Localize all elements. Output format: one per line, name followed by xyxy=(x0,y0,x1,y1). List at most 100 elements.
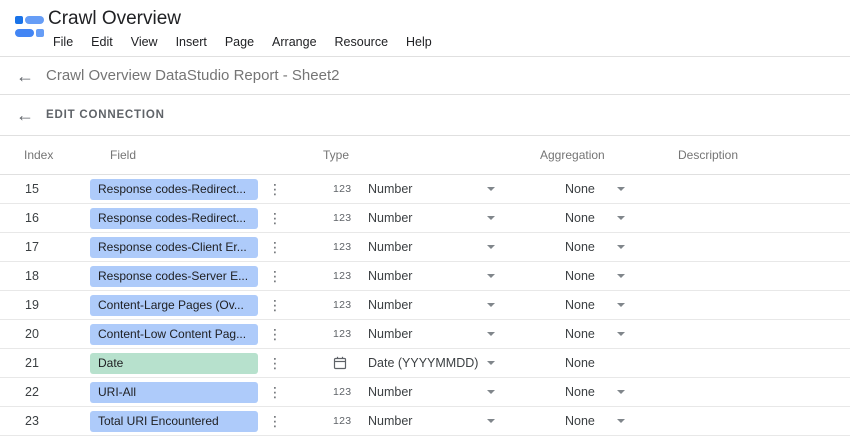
description-cell xyxy=(675,349,850,377)
menu-help[interactable]: Help xyxy=(397,31,441,53)
menu-insert[interactable]: Insert xyxy=(167,31,216,53)
type-icon-slot xyxy=(333,356,355,370)
field-chip[interactable]: Response codes-Server E... xyxy=(90,266,258,287)
field-chip[interactable]: Response codes-Client Er... xyxy=(90,237,258,258)
field-chip[interactable]: Date xyxy=(90,353,258,374)
row-index: 19 xyxy=(0,291,90,319)
aggregation-dropdown-arrow[interactable] xyxy=(617,216,625,220)
field-options-icon[interactable]: ⋮ xyxy=(268,181,278,198)
column-header-aggregation: Aggregation xyxy=(535,148,675,162)
aggregation-label[interactable]: None xyxy=(565,356,595,370)
aggregation-dropdown-arrow[interactable] xyxy=(617,245,625,249)
field-options-icon[interactable]: ⋮ xyxy=(268,355,278,372)
field-chip[interactable]: Response codes-Redirect... xyxy=(90,208,258,229)
type-label[interactable]: Number xyxy=(368,298,412,312)
field-chip[interactable]: Response codes-Redirect... xyxy=(90,179,258,200)
type-dropdown-arrow[interactable] xyxy=(487,187,495,191)
row-index: 18 xyxy=(0,262,90,290)
menu-resource[interactable]: Resource xyxy=(326,31,398,53)
type-dropdown-arrow[interactable] xyxy=(487,332,495,336)
aggregation-label[interactable]: None xyxy=(565,298,595,312)
field-cell: Date ⋮ xyxy=(90,349,320,377)
field-chip[interactable]: Content-Large Pages (Ov... xyxy=(90,295,258,316)
aggregation-label[interactable]: None xyxy=(565,182,595,196)
field-chip[interactable]: URI-All xyxy=(90,382,258,403)
aggregation-label[interactable]: None xyxy=(565,269,595,283)
field-cell: Content-Low Content Pag... ⋮ xyxy=(90,320,320,348)
row-index: 20 xyxy=(0,320,90,348)
type-label[interactable]: Number xyxy=(368,240,412,254)
aggregation-label[interactable]: None xyxy=(565,211,595,225)
description-cell xyxy=(675,291,850,319)
field-options-icon[interactable]: ⋮ xyxy=(268,326,278,343)
type-dropdown-arrow[interactable] xyxy=(487,216,495,220)
aggregation-cell: None xyxy=(535,233,675,261)
aggregation-dropdown-arrow[interactable] xyxy=(617,303,625,307)
aggregation-cell: None xyxy=(535,320,675,348)
row-index: 16 xyxy=(0,204,90,232)
aggregation-label[interactable]: None xyxy=(565,414,595,428)
field-options-icon[interactable]: ⋮ xyxy=(268,239,278,256)
description-cell xyxy=(675,204,850,232)
aggregation-cell: None xyxy=(535,204,675,232)
type-icon-slot: 123 xyxy=(333,386,355,398)
field-options-icon[interactable]: ⋮ xyxy=(268,210,278,227)
number-type-icon: 123 xyxy=(333,270,351,282)
aggregation-cell: None xyxy=(535,407,675,435)
type-icon-slot: 123 xyxy=(333,270,355,282)
aggregation-dropdown-arrow[interactable] xyxy=(617,274,625,278)
back-arrow-icon[interactable]: ← xyxy=(13,106,37,124)
field-options-icon[interactable]: ⋮ xyxy=(268,384,278,401)
table-row: 20 Content-Low Content Pag... ⋮ 123 Numb… xyxy=(0,320,850,349)
column-header-index: Index xyxy=(0,148,90,162)
edit-connection-bar: ← EDIT CONNECTION xyxy=(0,95,850,136)
aggregation-dropdown-arrow[interactable] xyxy=(617,390,625,394)
type-icon-slot: 123 xyxy=(333,241,355,253)
aggregation-dropdown-arrow[interactable] xyxy=(617,332,625,336)
type-label[interactable]: Number xyxy=(368,182,412,196)
table-row: 17 Response codes-Client Er... ⋮ 123 Num… xyxy=(0,233,850,262)
type-label[interactable]: Number xyxy=(368,327,412,341)
menu-arrange[interactable]: Arrange xyxy=(263,31,325,53)
type-dropdown-arrow[interactable] xyxy=(487,303,495,307)
table-row: 23 Total URI Encountered ⋮ 123 Number No… xyxy=(0,407,850,436)
field-chip[interactable]: Total URI Encountered xyxy=(90,411,258,432)
number-type-icon: 123 xyxy=(333,386,351,398)
field-options-icon[interactable]: ⋮ xyxy=(268,297,278,314)
type-dropdown-arrow[interactable] xyxy=(487,419,495,423)
field-options-icon[interactable]: ⋮ xyxy=(268,413,278,430)
type-label[interactable]: Number xyxy=(368,211,412,225)
menu-bar: File Edit View Insert Page Arrange Resou… xyxy=(44,31,441,53)
type-dropdown-arrow[interactable] xyxy=(487,390,495,394)
field-options-icon[interactable]: ⋮ xyxy=(268,268,278,285)
type-dropdown-arrow[interactable] xyxy=(487,361,495,365)
table-row: 19 Content-Large Pages (Ov... ⋮ 123 Numb… xyxy=(0,291,850,320)
field-cell: Response codes-Redirect... ⋮ xyxy=(90,175,320,203)
type-label[interactable]: Date (YYYYMMDD) xyxy=(368,356,478,370)
number-type-icon: 123 xyxy=(333,415,351,427)
type-label[interactable]: Number xyxy=(368,414,412,428)
menu-edit[interactable]: Edit xyxy=(82,31,122,53)
type-label[interactable]: Number xyxy=(368,385,412,399)
menu-view[interactable]: View xyxy=(122,31,167,53)
type-dropdown-arrow[interactable] xyxy=(487,274,495,278)
type-cell: 123 Number xyxy=(320,291,535,319)
menu-page[interactable]: Page xyxy=(216,31,263,53)
back-arrow-icon[interactable]: ← xyxy=(13,67,37,85)
aggregation-label[interactable]: None xyxy=(565,385,595,399)
row-index: 22 xyxy=(0,378,90,406)
aggregation-dropdown-arrow[interactable] xyxy=(617,187,625,191)
logo-shape xyxy=(25,16,44,24)
row-index: 17 xyxy=(0,233,90,261)
aggregation-dropdown-arrow[interactable] xyxy=(617,419,625,423)
logo-shape xyxy=(36,29,44,37)
type-label[interactable]: Number xyxy=(368,269,412,283)
aggregation-label[interactable]: None xyxy=(565,240,595,254)
table-row: 21 Date ⋮ Date (YYYYMMDD) None xyxy=(0,349,850,378)
type-dropdown-arrow[interactable] xyxy=(487,245,495,249)
aggregation-label[interactable]: None xyxy=(565,327,595,341)
menu-file[interactable]: File xyxy=(44,31,82,53)
table-row: 18 Response codes-Server E... ⋮ 123 Numb… xyxy=(0,262,850,291)
field-table-body: 15 Response codes-Redirect... ⋮ 123 Numb… xyxy=(0,175,850,436)
field-chip[interactable]: Content-Low Content Pag... xyxy=(90,324,258,345)
